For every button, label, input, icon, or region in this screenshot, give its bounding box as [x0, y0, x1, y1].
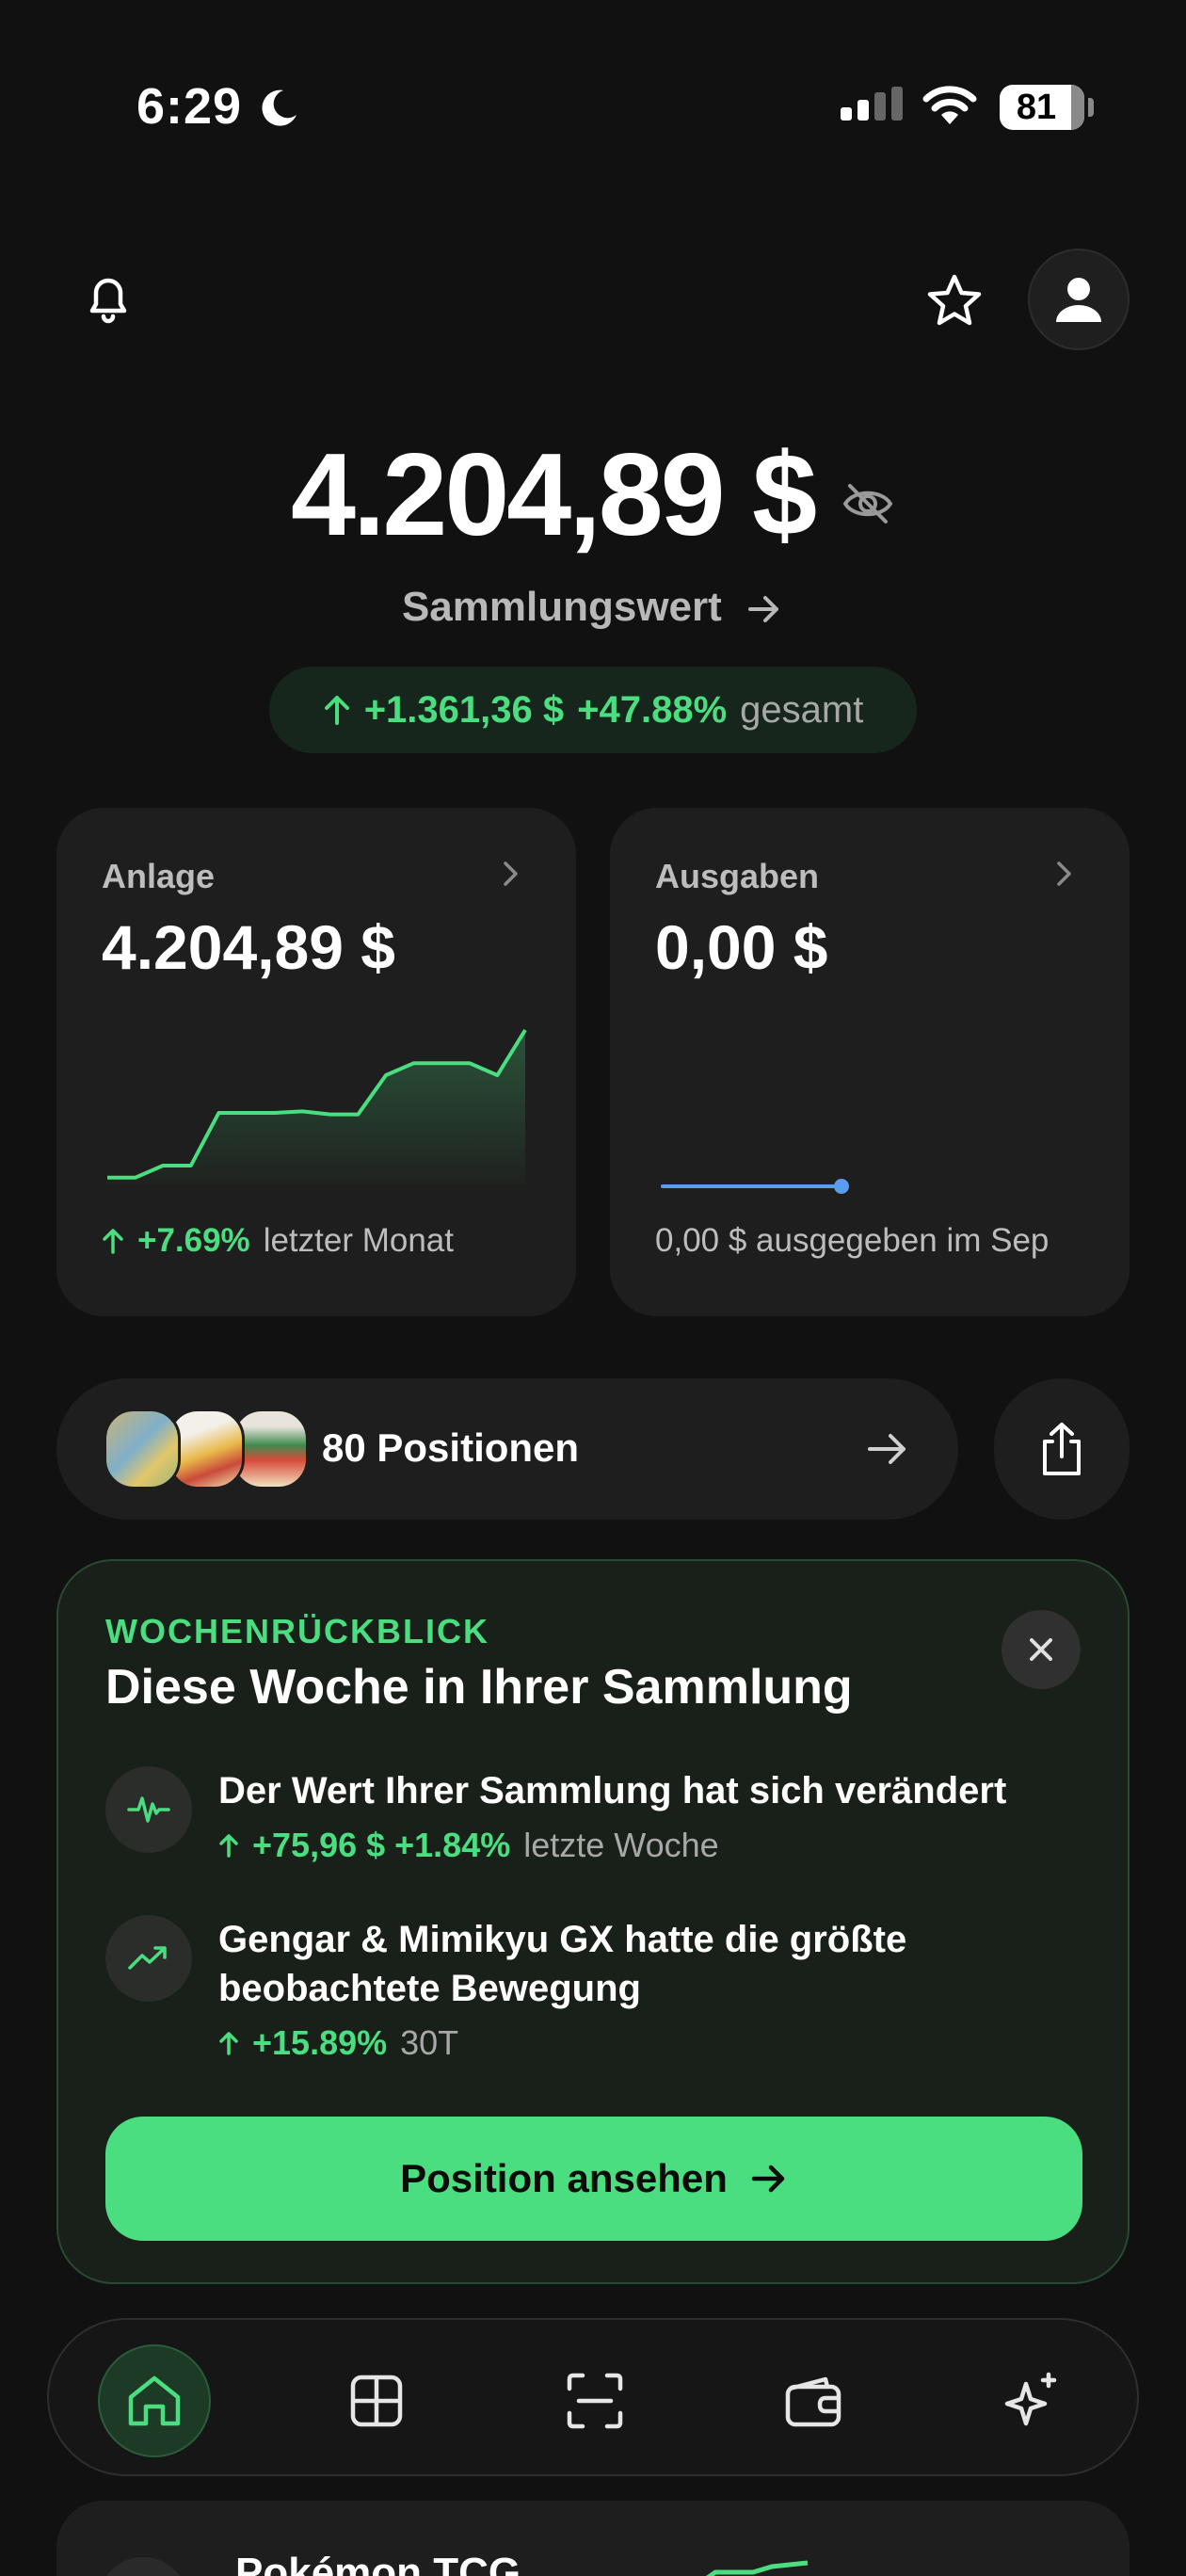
- investment-chart-area: [107, 1030, 525, 1184]
- positions-button[interactable]: 80 Positionen: [56, 1378, 958, 1520]
- user-icon: [1056, 278, 1101, 322]
- tab-ai[interactable]: [975, 2344, 1088, 2457]
- weekly-item-change: +15.89%: [252, 2023, 388, 2062]
- tab-scan[interactable]: [538, 2344, 651, 2457]
- arrow-up-icon: [219, 1834, 238, 1858]
- arrow-right-icon: [751, 2165, 785, 2193]
- collection-value-label: Sammlungswert: [401, 584, 722, 630]
- moon-icon: [262, 89, 296, 126]
- weekly-review-title: Diese Woche in Ihrer Sammlung: [105, 1660, 853, 1715]
- investment-change-period: letzter Monat: [263, 1222, 454, 1259]
- spending-label: Ausgaben: [655, 857, 820, 895]
- investment-change: +7.69% letzter Monat: [102, 1222, 454, 1260]
- collection-value-link[interactable]: Sammlungswert: [0, 584, 1186, 631]
- close-button[interactable]: [1002, 1610, 1081, 1689]
- weekly-item-period: letzte Woche: [523, 1826, 719, 1864]
- tab-home[interactable]: [98, 2344, 211, 2457]
- spending-chart: [661, 1179, 849, 1194]
- category-card[interactable]: Pokémon TCG: [56, 2501, 1130, 2576]
- spending-chart-point: [834, 1179, 849, 1194]
- battery-level: 81: [1016, 87, 1057, 127]
- collection-value-amount: 4.204,89 $: [290, 430, 817, 560]
- arrow-up-icon: [219, 2032, 238, 2055]
- positions-thumbnails: [104, 1409, 311, 1489]
- view-position-button[interactable]: Position ansehen: [105, 2117, 1082, 2241]
- category-sparkline: [705, 2560, 809, 2576]
- investment-label: Anlage: [102, 857, 216, 895]
- weekly-item-text: Der Wert Ihrer Sammlung hat sich verände…: [218, 1770, 1007, 1811]
- trending-up-icon: [105, 1915, 192, 2002]
- home-icon: [128, 2375, 181, 2426]
- total-gain-amount: +1.361,36 $: [363, 688, 565, 731]
- total-gain-percent: +47.88%: [577, 688, 728, 731]
- spending-card[interactable]: Ausgaben 0,00 $ 0,00 $ ausgegeben im Sep: [610, 808, 1130, 1316]
- scan-icon: [567, 2373, 623, 2429]
- close-icon: [1030, 1638, 1052, 1661]
- positions-label: 80 Positionen: [322, 1425, 580, 1470]
- arrow-right-icon: [868, 1434, 906, 1464]
- weekly-item-change: +75,96 $ +1.84%: [252, 1826, 511, 1864]
- chevron-right-icon: [504, 861, 518, 886]
- bottom-tab-bar: [47, 2318, 1139, 2476]
- star-icon[interactable]: [924, 271, 985, 331]
- wallet-icon: [785, 2376, 841, 2427]
- wifi-icon: [922, 86, 977, 124]
- investment-value: 4.204,89 $: [102, 912, 395, 982]
- spending-value: 0,00 $: [655, 912, 828, 982]
- arrow-up-icon: [324, 696, 349, 725]
- chevron-right-icon: [1057, 861, 1071, 886]
- weekly-review-eyebrow: WOCHENRÜCKBLICK: [105, 1612, 489, 1650]
- battery-indicator: 81: [1000, 85, 1094, 130]
- total-gain-badge: +1.361,36 $ +47.88% gesamt: [269, 667, 917, 753]
- view-position-label: Position ansehen: [400, 2156, 728, 2200]
- spending-note: 0,00 $ ausgegeben im Sep: [655, 1222, 1050, 1259]
- profile-avatar-button[interactable]: [1028, 249, 1130, 350]
- grid-icon: [350, 2375, 403, 2427]
- bell-icon[interactable]: [79, 269, 137, 328]
- investment-change-percent: +7.69%: [137, 1222, 250, 1259]
- arrow-right-icon: [748, 596, 779, 623]
- investment-chart: [107, 1028, 527, 1184]
- tab-wallet[interactable]: [757, 2344, 870, 2457]
- arrow-up-icon: [103, 1229, 123, 1254]
- weekly-item-period: 30T: [400, 2023, 459, 2062]
- sparkle-icon: [1004, 2372, 1057, 2426]
- total-gain-suffix: gesamt: [740, 688, 864, 731]
- weekly-review-card: WOCHENRÜCKBLICK Diese Woche in Ihrer Sam…: [56, 1559, 1130, 2284]
- tab-collection[interactable]: [320, 2344, 433, 2457]
- card-thumbnail: [104, 1409, 181, 1489]
- weekly-item-text: Gengar & Mimikyu GX hatte die größte beo…: [218, 1919, 907, 2009]
- share-button[interactable]: [994, 1378, 1130, 1520]
- category-title: Pokémon TCG: [235, 2550, 521, 2576]
- investment-card[interactable]: Anlage 4.204,89 $ +7.69% letzter Monat: [56, 808, 576, 1316]
- share-icon: [1043, 1423, 1081, 1475]
- category-icon: [98, 2557, 188, 2576]
- eye-slash-icon[interactable]: [841, 476, 895, 531]
- status-time: 6:29: [136, 78, 243, 135]
- collection-value: 4.204,89 $: [0, 428, 1186, 562]
- pulse-icon: [105, 1766, 192, 1853]
